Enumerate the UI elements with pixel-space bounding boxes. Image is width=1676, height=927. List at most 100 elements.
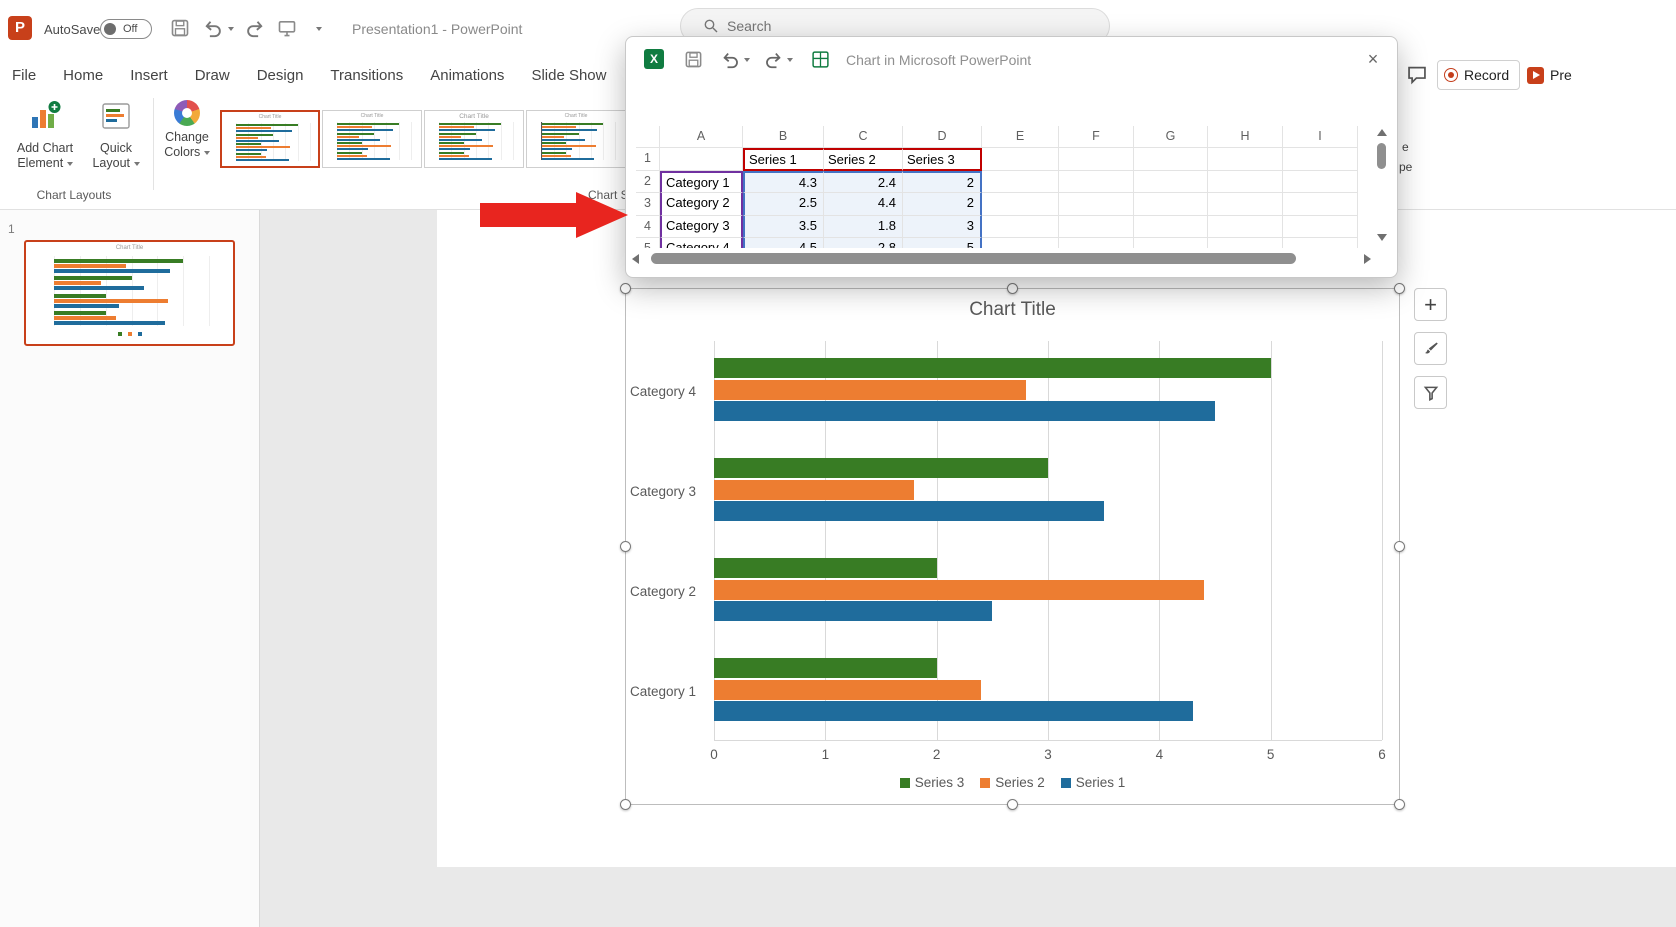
- bar-series-1-category-4[interactable]: [714, 401, 1215, 421]
- chart-styles-button[interactable]: [1414, 332, 1447, 365]
- powerpoint-logo[interactable]: P: [8, 16, 32, 40]
- excel-cell[interactable]: 3.5: [743, 216, 824, 239]
- resize-handle-bottom-center[interactable]: [1007, 799, 1018, 810]
- chart-elements-button[interactable]: +: [1414, 288, 1447, 321]
- search-input[interactable]: [727, 16, 1067, 36]
- excel-cell[interactable]: [1208, 171, 1283, 194]
- excel-cell[interactable]: [982, 193, 1059, 216]
- quick-access-dropdown-icon[interactable]: [316, 27, 322, 31]
- excel-column-header-G[interactable]: G: [1134, 126, 1208, 148]
- excel-close-button[interactable]: ×: [1361, 47, 1385, 71]
- excel-cell[interactable]: [1134, 171, 1208, 194]
- excel-cell[interactable]: Series 2: [824, 148, 903, 171]
- excel-column-header-H[interactable]: H: [1208, 126, 1283, 148]
- excel-column-header-F[interactable]: F: [1059, 126, 1134, 148]
- present-display-icon[interactable]: [277, 18, 297, 38]
- excel-hscroll-thumb[interactable]: [651, 253, 1296, 264]
- undo-dropdown-icon[interactable]: [228, 27, 234, 31]
- resize-handle-bottom-left[interactable]: [620, 799, 631, 810]
- excel-cell[interactable]: 2: [903, 171, 982, 194]
- excel-cell[interactable]: Series 1: [743, 148, 824, 171]
- excel-vscroll-thumb[interactable]: [1377, 143, 1386, 169]
- excel-undo-dropdown-icon[interactable]: [744, 58, 750, 62]
- excel-vertical-scrollbar[interactable]: [1374, 126, 1390, 248]
- excel-cell[interactable]: 2.4: [824, 171, 903, 194]
- excel-cell[interactable]: 4.4: [824, 193, 903, 216]
- excel-cell[interactable]: [1059, 216, 1134, 239]
- excel-column-header-E[interactable]: E: [982, 126, 1059, 148]
- excel-cell[interactable]: [660, 148, 743, 171]
- slide-thumbnail-1[interactable]: Chart Title: [24, 240, 235, 346]
- excel-data-window[interactable]: X Chart in Microsoft PowerPoint × ABCDEF…: [625, 36, 1398, 278]
- excel-cell[interactable]: [1283, 193, 1358, 216]
- bar-series-1-category-3[interactable]: [714, 501, 1104, 521]
- excel-column-header-I[interactable]: I: [1283, 126, 1358, 148]
- add-chart-element-button[interactable]: Add Chart Element: [6, 100, 84, 171]
- excel-cell[interactable]: [1283, 216, 1358, 239]
- excel-cell[interactable]: [982, 238, 1059, 248]
- bar-series-2-category-4[interactable]: [714, 380, 1026, 400]
- tab-animations[interactable]: Animations: [430, 67, 504, 84]
- resize-handle-bottom-right[interactable]: [1394, 799, 1405, 810]
- tab-transitions[interactable]: Transitions: [330, 67, 403, 84]
- legend-item-series-2[interactable]: Series 2: [980, 775, 1045, 790]
- comments-icon[interactable]: [1406, 64, 1428, 86]
- bar-series-3-category-1[interactable]: [714, 658, 937, 678]
- excel-cell[interactable]: [1283, 171, 1358, 194]
- excel-cell[interactable]: [982, 216, 1059, 239]
- excel-cell[interactable]: 4.3: [743, 171, 824, 194]
- bar-series-1-category-2[interactable]: [714, 601, 992, 621]
- excel-cell[interactable]: 4.5: [743, 238, 824, 248]
- excel-cell[interactable]: 3: [903, 216, 982, 239]
- excel-cell[interactable]: Category 4: [660, 238, 743, 248]
- resize-handle-middle-right[interactable]: [1394, 541, 1405, 552]
- excel-column-header-B[interactable]: B: [743, 126, 824, 148]
- edit-in-excel-icon[interactable]: [811, 50, 830, 69]
- excel-cell[interactable]: 2: [903, 193, 982, 216]
- excel-row-header-4[interactable]: 4: [636, 216, 660, 239]
- bar-series-2-category-3[interactable]: [714, 480, 914, 500]
- bar-series-3-category-4[interactable]: [714, 358, 1271, 378]
- excel-column-header-A[interactable]: A: [660, 126, 743, 148]
- quick-layout-button[interactable]: Quick Layout: [88, 100, 144, 171]
- excel-row-header-5[interactable]: 5: [636, 238, 660, 248]
- scroll-right-icon[interactable]: [1364, 254, 1371, 264]
- bar-series-1-category-1[interactable]: [714, 701, 1193, 721]
- tab-insert[interactable]: Insert: [130, 67, 168, 84]
- excel-cell[interactable]: 1.8: [824, 216, 903, 239]
- bar-series-3-category-2[interactable]: [714, 558, 937, 578]
- scroll-down-icon[interactable]: [1377, 234, 1387, 241]
- tab-design[interactable]: Design: [257, 67, 304, 84]
- tab-slide-show[interactable]: Slide Show: [531, 67, 606, 84]
- excel-cell[interactable]: [1134, 238, 1208, 248]
- excel-cell[interactable]: [1208, 193, 1283, 216]
- save-icon[interactable]: [170, 18, 190, 38]
- autosave-toggle[interactable]: Off: [100, 19, 152, 39]
- excel-cell[interactable]: [982, 171, 1059, 194]
- redo-icon[interactable]: [245, 18, 265, 38]
- resize-handle-middle-left[interactable]: [620, 541, 631, 552]
- chart-style-1[interactable]: Chart Title: [220, 110, 320, 168]
- excel-row-header-3[interactable]: 3: [636, 193, 660, 216]
- undo-icon[interactable]: [203, 18, 223, 38]
- bar-series-2-category-2[interactable]: [714, 580, 1204, 600]
- excel-cell[interactable]: [982, 148, 1059, 171]
- excel-cell[interactable]: 5: [903, 238, 982, 248]
- chart-style-3[interactable]: Chart Title: [424, 110, 524, 168]
- present-button[interactable]: Pre: [1527, 60, 1572, 90]
- excel-cell[interactable]: [1059, 238, 1134, 248]
- scroll-up-icon[interactable]: [1377, 129, 1387, 136]
- excel-cell[interactable]: Series 3: [903, 148, 982, 171]
- tab-draw[interactable]: Draw: [195, 67, 230, 84]
- chart-style-4[interactable]: Chart Title: [526, 110, 626, 168]
- resize-handle-top-right[interactable]: [1394, 283, 1405, 294]
- excel-cell[interactable]: 2.5: [743, 193, 824, 216]
- change-colors-button[interactable]: Change Colors: [160, 100, 214, 160]
- tab-file[interactable]: File: [12, 67, 36, 84]
- excel-horizontal-scrollbar[interactable]: [626, 250, 1399, 268]
- chart-object[interactable]: Chart Title Category 4Category 3Category…: [625, 288, 1400, 805]
- excel-row-header-1[interactable]: 1: [636, 148, 660, 171]
- scroll-left-icon[interactable]: [632, 254, 639, 264]
- excel-column-header-C[interactable]: C: [824, 126, 903, 148]
- excel-cell[interactable]: [1283, 148, 1358, 171]
